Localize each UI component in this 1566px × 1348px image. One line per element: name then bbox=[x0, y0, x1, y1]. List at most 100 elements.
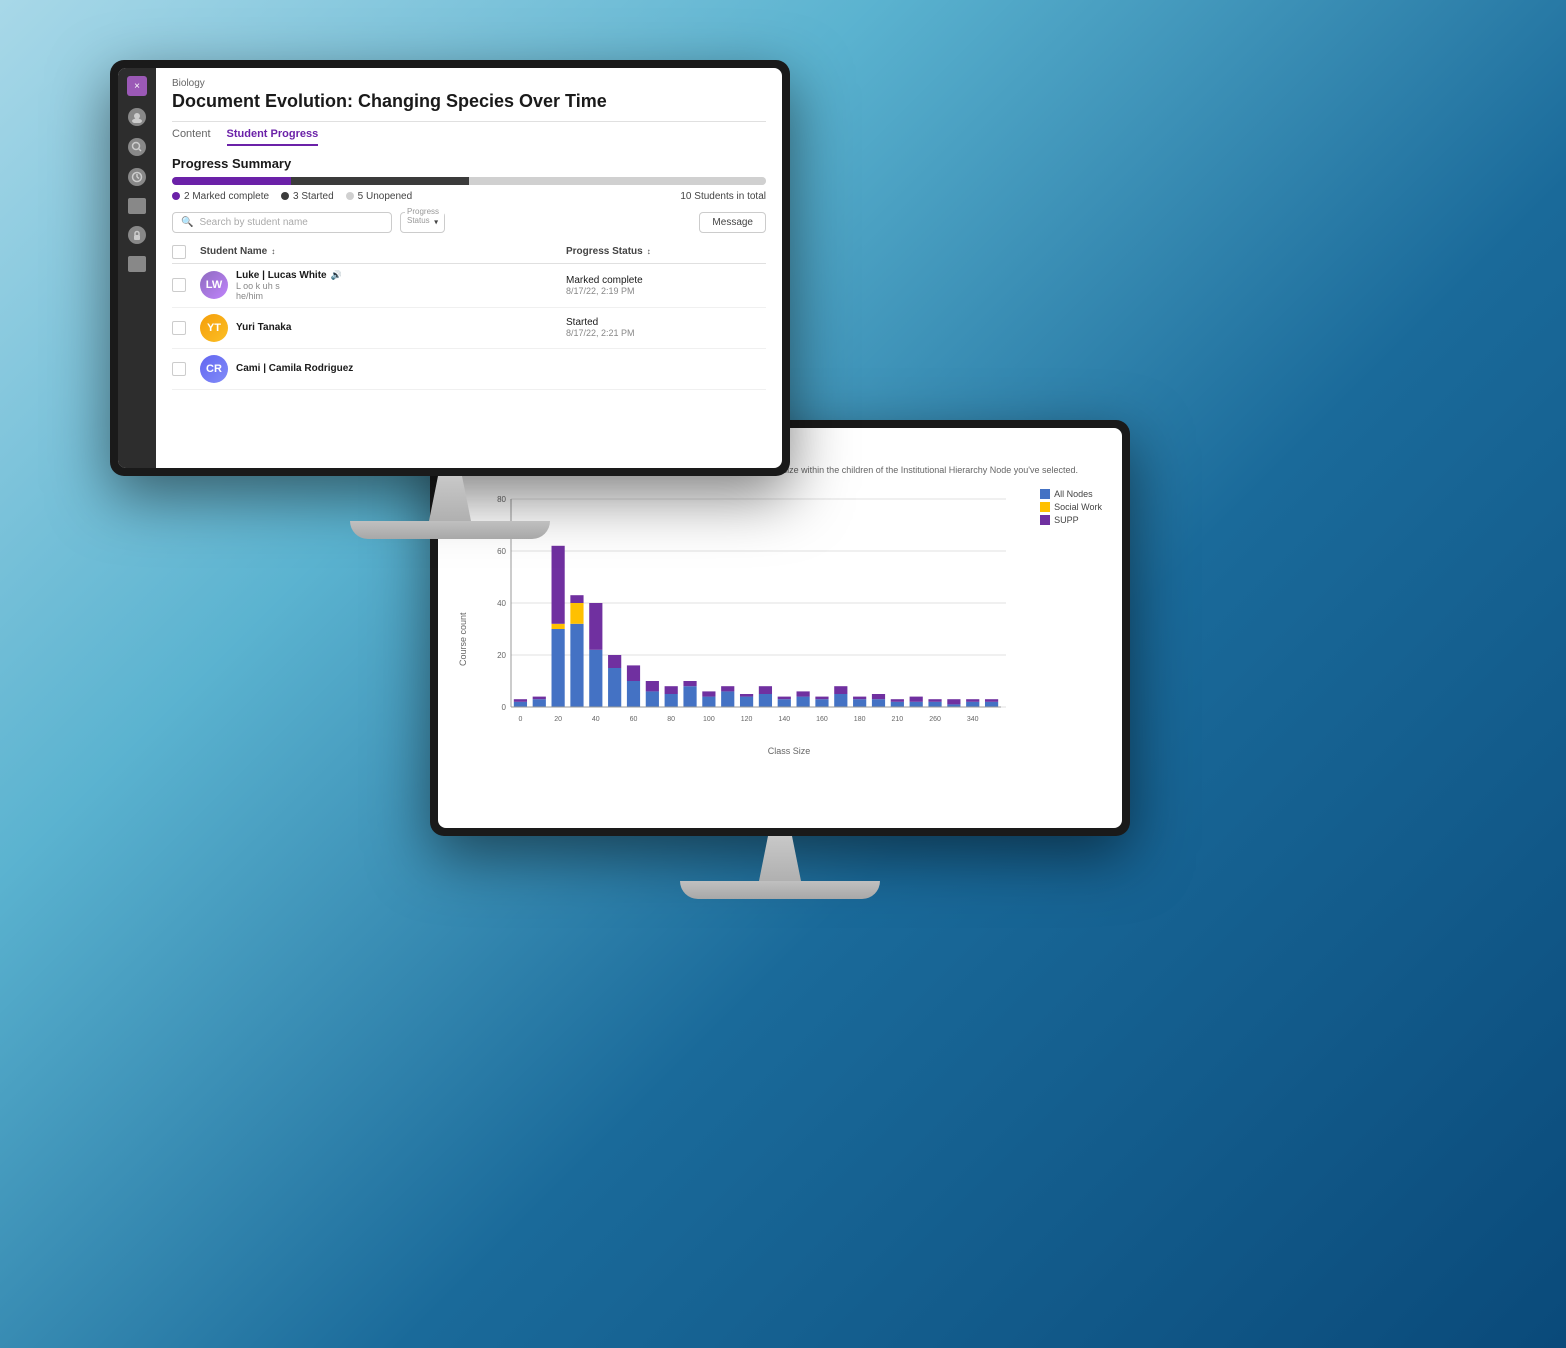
legend-supp: SUPP bbox=[1040, 515, 1102, 525]
sidebar-grid-icon bbox=[128, 256, 146, 272]
table-row: CR Cami | Camila Rodriguez bbox=[172, 349, 766, 390]
close-icon: × bbox=[134, 81, 140, 92]
search-placeholder: Search by student name bbox=[199, 217, 307, 228]
filter-row: 🔍 Search by student name Progress Status… bbox=[172, 212, 766, 233]
svg-text:260: 260 bbox=[929, 716, 941, 723]
all-nodes-color bbox=[1040, 489, 1050, 499]
row-checkbox-2[interactable] bbox=[172, 321, 192, 335]
student-name-2: Yuri Tanaka bbox=[236, 322, 558, 333]
front-monitor: × bbox=[110, 60, 790, 539]
checkbox-all[interactable] bbox=[172, 245, 186, 259]
tab-bar: Content Student Progress bbox=[172, 128, 766, 146]
svg-text:60: 60 bbox=[630, 716, 638, 723]
student-name-1: Luke | Lucas White 🔊 bbox=[236, 270, 558, 281]
page-title: Document Evolution: Changing Species Ove… bbox=[172, 91, 766, 113]
back-monitor-stand bbox=[430, 836, 1130, 899]
title-divider bbox=[172, 121, 766, 122]
svg-text:0: 0 bbox=[502, 703, 507, 712]
student-avatar-3: CR bbox=[200, 355, 228, 383]
progress-bar bbox=[172, 177, 766, 185]
back-stand-neck bbox=[750, 836, 810, 881]
status-date-2: 8/17/22, 2:21 PM bbox=[566, 328, 635, 338]
legend-marked-complete: 2 Marked complete bbox=[172, 191, 269, 202]
message-button[interactable]: Message bbox=[699, 212, 766, 233]
sidebar-doc-icon bbox=[128, 198, 146, 214]
student-avatar-1: LW bbox=[200, 271, 228, 299]
status-date-1: 8/17/22, 2:19 PM bbox=[566, 286, 643, 296]
unopened-dot bbox=[346, 192, 354, 200]
svg-text:140: 140 bbox=[778, 716, 790, 723]
legend-social-work: Social Work bbox=[1040, 502, 1102, 512]
table-header: Student Name ↕ Progress Status ↕ bbox=[172, 241, 766, 264]
svg-text:100: 100 bbox=[703, 716, 715, 723]
speaker-icon-1: 🔊 bbox=[331, 270, 342, 281]
status-filter-label: Progress Status bbox=[405, 207, 444, 225]
supp-color bbox=[1040, 515, 1050, 525]
legend-all-nodes: All Nodes bbox=[1040, 489, 1102, 499]
sidebar: × bbox=[118, 68, 156, 468]
student-status-2: Started 8/17/22, 2:21 PM bbox=[566, 317, 766, 338]
student-name-header: Student Name ↕ bbox=[200, 246, 558, 257]
legend-started: 3 Started bbox=[281, 191, 334, 202]
total-students: 10 Students in total bbox=[680, 191, 766, 202]
back-stand-base bbox=[680, 881, 880, 899]
row-checkbox-1[interactable] bbox=[172, 278, 192, 292]
front-stand-base bbox=[350, 521, 550, 539]
progress-complete-segment bbox=[172, 177, 291, 185]
student-status-1: Marked complete 8/17/22, 2:19 PM bbox=[566, 275, 766, 296]
svg-text:80: 80 bbox=[667, 716, 675, 723]
status-label-1: Marked complete bbox=[566, 275, 643, 286]
svg-text:120: 120 bbox=[741, 716, 753, 723]
front-stand-neck bbox=[420, 476, 480, 521]
search-box[interactable]: 🔍 Search by student name bbox=[172, 212, 392, 233]
sidebar-clock-icon bbox=[128, 168, 146, 186]
svg-text:0: 0 bbox=[518, 716, 522, 723]
tab-content[interactable]: Content bbox=[172, 128, 211, 146]
progress-started-segment bbox=[291, 177, 469, 185]
student-info-2: Yuri Tanaka bbox=[236, 322, 558, 333]
svg-text:180: 180 bbox=[854, 716, 866, 723]
sort-icon: ↕ bbox=[271, 247, 275, 256]
breadcrumb: Biology bbox=[172, 78, 766, 89]
student-info-1: Luke | Lucas White 🔊 L oo k uh s he/him bbox=[236, 270, 558, 301]
complete-dot bbox=[172, 192, 180, 200]
started-dot bbox=[281, 192, 289, 200]
social-work-color bbox=[1040, 502, 1050, 512]
student-avatar-2: YT bbox=[200, 314, 228, 342]
front-monitor-screen: × bbox=[110, 60, 790, 476]
svg-text:20: 20 bbox=[554, 716, 562, 723]
student-pronouns-1: he/him bbox=[236, 291, 558, 301]
svg-text:60: 60 bbox=[497, 547, 506, 556]
front-monitor-stand bbox=[110, 476, 790, 539]
sidebar-avatar-icon bbox=[128, 108, 146, 126]
svg-text:40: 40 bbox=[592, 716, 600, 723]
svg-text:40: 40 bbox=[497, 599, 506, 608]
svg-text:160: 160 bbox=[816, 716, 828, 723]
sidebar-lock-icon bbox=[128, 226, 146, 244]
svg-text:210: 210 bbox=[892, 716, 904, 723]
student-sub-1: L oo k uh s bbox=[236, 281, 558, 291]
student-info-3: Cami | Camila Rodriguez bbox=[236, 363, 558, 374]
started-label: 3 Started bbox=[293, 191, 334, 202]
status-label-2: Started bbox=[566, 317, 635, 328]
tab-student-progress[interactable]: Student Progress bbox=[227, 128, 319, 146]
row-checkbox-3[interactable] bbox=[172, 362, 192, 376]
all-nodes-label: All Nodes bbox=[1054, 489, 1093, 499]
student-name-3: Cami | Camila Rodriguez bbox=[236, 363, 558, 374]
sort-status-icon: ↕ bbox=[647, 247, 651, 256]
unopened-label: 5 Unopened bbox=[358, 191, 413, 202]
svg-text:20: 20 bbox=[497, 651, 506, 660]
sidebar-search-icon bbox=[128, 138, 146, 156]
table-row: YT Yuri Tanaka Started 8/17/22, 2:21 PM bbox=[172, 308, 766, 349]
close-button[interactable]: × bbox=[127, 76, 147, 96]
progress-summary-heading: Progress Summary bbox=[172, 156, 766, 171]
status-filter-dropdown[interactable]: Progress Status All ▾ bbox=[400, 212, 445, 233]
progress-unopened-segment bbox=[469, 177, 766, 185]
select-all-checkbox[interactable] bbox=[172, 245, 192, 259]
chevron-down-icon: ▾ bbox=[434, 218, 438, 227]
svg-text:340: 340 bbox=[967, 716, 979, 723]
front-screen-content: × bbox=[118, 68, 782, 468]
complete-label: 2 Marked complete bbox=[184, 191, 269, 202]
supp-label: SUPP bbox=[1054, 515, 1079, 525]
main-content: Biology Document Evolution: Changing Spe… bbox=[156, 68, 782, 468]
